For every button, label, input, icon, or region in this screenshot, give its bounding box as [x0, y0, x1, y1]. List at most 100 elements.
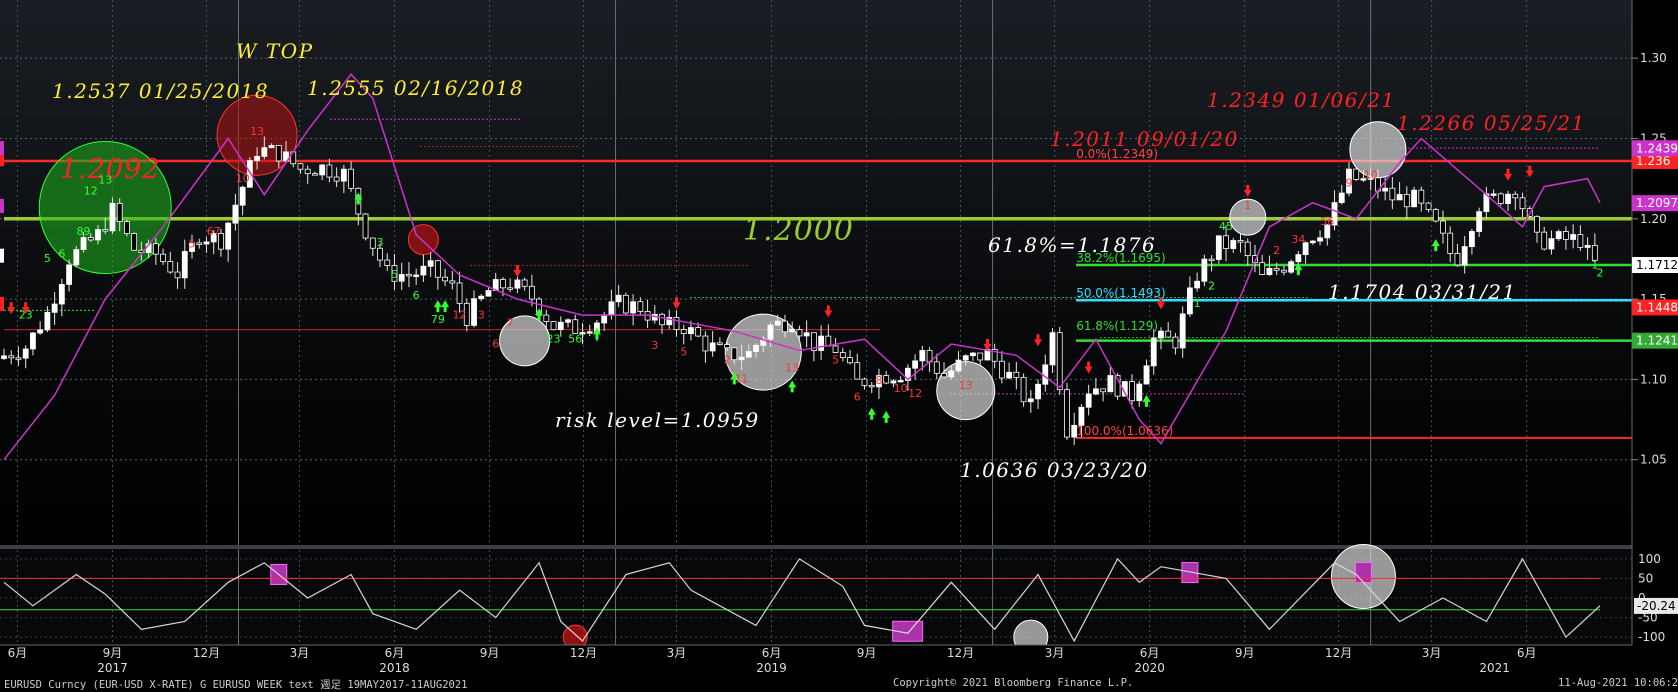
price-tick-label: 1.05 [1640, 453, 1667, 467]
sequence-count-label: 23 [547, 332, 561, 345]
candle-down [702, 335, 709, 352]
candle-up [232, 204, 239, 224]
candle-down [167, 261, 174, 273]
sequence-count-label: 10 [236, 172, 250, 185]
candle-up [1085, 393, 1092, 408]
candle-up [254, 155, 260, 161]
candle-down [275, 145, 282, 162]
candle-up [753, 344, 759, 352]
sequence-count-label: 7 [507, 316, 514, 329]
chart-canvas: W TOP 1.2537 01/25/2018 1.2555 02/16/2018 1… [0, 0, 1678, 676]
price-annotation: 1.2349 01/06/21 [1207, 88, 1396, 112]
candle-down [507, 287, 514, 290]
footer-bar: EURUSD Curncy (EUR-USD X-RATE) G EURUSD … [0, 676, 1678, 692]
candle-up [1194, 280, 1201, 289]
price-tick-label: 1.30 [1640, 51, 1667, 65]
candle-up [1490, 193, 1497, 196]
month-tick-label: 6月 [385, 646, 405, 660]
candle-up [1317, 237, 1323, 242]
sequence-count-label: 13 [785, 361, 799, 374]
candle-up [340, 168, 347, 182]
candle-down [131, 233, 138, 251]
candle-down [1353, 168, 1360, 180]
footer-timestamp: 11-Aug-2021 10:06:23 [1558, 677, 1678, 689]
oscillator-marker-square [1354, 562, 1372, 584]
candle-up [789, 329, 796, 333]
sequence-count-label: 34 [1291, 233, 1305, 246]
candle-down [434, 260, 441, 278]
candle-down [384, 259, 391, 266]
candle-up [1143, 365, 1150, 385]
candle-up [485, 290, 492, 297]
footer-copyright: Copyright© 2021 Bloomberg Finance L.P. [893, 677, 1134, 689]
sequence-count-label: 9 [1345, 177, 1352, 190]
candle-up [1078, 406, 1085, 426]
month-tick-label: 12月 [570, 646, 597, 660]
year-tick-label: 2017 [97, 661, 128, 675]
sequence-count-label: 6 [413, 289, 420, 302]
sequence-count-label: 89 [77, 225, 91, 238]
candle-up [1201, 258, 1208, 282]
candle-down [116, 202, 123, 223]
month-tick-label: 9月 [480, 646, 500, 660]
candle-up [1555, 231, 1562, 240]
bloomberg-chart: W TOP 1.2537 01/25/2018 1.2555 02/16/2018 1… [0, 0, 1678, 692]
candle-up [1107, 375, 1114, 393]
year-tick-label: 2020 [1134, 661, 1165, 675]
candle-up [22, 348, 29, 359]
candle-down [326, 164, 333, 178]
candle-up [1150, 337, 1157, 367]
price-annotation: 1.0636 03/23/20 [960, 458, 1149, 482]
price-annotation: 1.1704 03/31/21 [1328, 280, 1517, 304]
candle-down [1100, 388, 1107, 393]
candle-up [1035, 383, 1041, 400]
candle-up [745, 351, 752, 358]
candle-down [796, 329, 803, 337]
candle-up [413, 274, 420, 277]
candle-down [839, 352, 846, 358]
candle-up [1158, 330, 1164, 339]
price-annotation: 1.2266 05/25/21 [1397, 111, 1586, 135]
month-tick-label: 3月 [667, 646, 687, 660]
candle-down [348, 168, 354, 189]
candle-down [362, 213, 369, 239]
sequence-count-label: 56 [1320, 215, 1334, 228]
candle-up [51, 303, 58, 313]
year-tick-label: 2018 [379, 661, 410, 675]
candle-down [152, 243, 159, 255]
candle-down [1563, 231, 1569, 240]
sequence-count-label: 6 [492, 337, 499, 350]
candle-down [941, 372, 947, 378]
candle-down [1519, 197, 1526, 210]
candle-up [955, 359, 962, 372]
price-annotation: 1.2000 [743, 213, 854, 248]
candle-down [637, 301, 644, 312]
candle-up [1, 355, 7, 359]
candle-up [1230, 240, 1237, 249]
sequence-count-label: 2 [1273, 244, 1280, 257]
oscillator-tick-label: -100 [1638, 630, 1665, 644]
sequence-count-label: 13 [250, 125, 264, 138]
month-tick-label: 6月 [762, 646, 782, 660]
sequence-count-label: 2 [1208, 279, 1215, 292]
candle-down [883, 375, 890, 384]
month-tick-label: 6月 [1517, 646, 1537, 660]
fib-level-label: 50.0%(1.1493) [1076, 286, 1165, 300]
candle-up [1570, 234, 1577, 240]
sequence-count-label: 1 [1194, 297, 1201, 310]
month-tick-label: 6月 [1140, 646, 1160, 660]
candle-down [1244, 241, 1251, 256]
candle-up [1179, 313, 1186, 349]
candle-up [427, 260, 434, 267]
candle-down [731, 347, 738, 361]
candle-up [1049, 332, 1056, 366]
month-tick-label: 6月 [8, 646, 28, 660]
sequence-count-label: 3 [478, 308, 485, 321]
month-tick-label: 9月 [1235, 646, 1255, 660]
candle-down [304, 168, 311, 175]
candle-down [8, 355, 15, 359]
candle-down [1577, 234, 1584, 248]
candle-down [1425, 202, 1432, 211]
candle-up [1505, 193, 1511, 204]
candle-up [1396, 194, 1403, 201]
